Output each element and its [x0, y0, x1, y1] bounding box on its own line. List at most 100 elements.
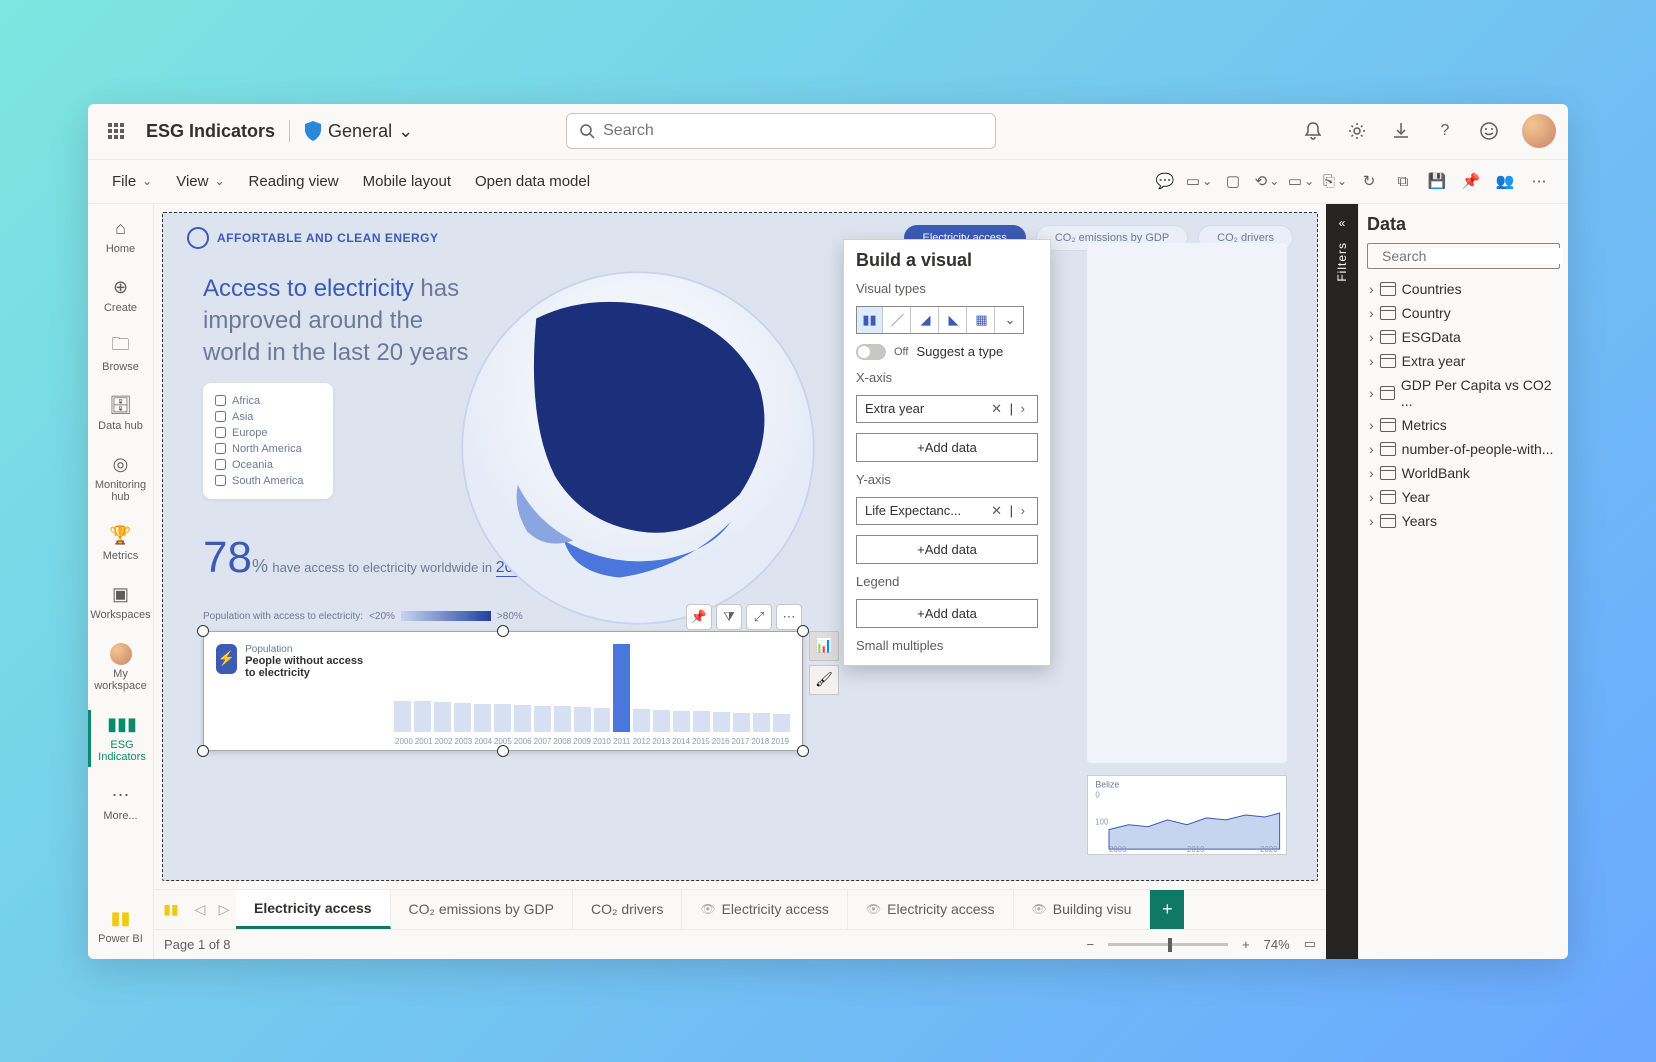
format-visual-tool-icon[interactable]: 🖌	[809, 665, 839, 695]
region-item[interactable]: North America	[215, 441, 321, 457]
expand-filters-icon[interactable]: «	[1339, 216, 1346, 230]
more-types-dropdown[interactable]: ⌄	[997, 307, 1023, 333]
data-search[interactable]	[1367, 243, 1560, 269]
add-page-button[interactable]: +	[1150, 890, 1184, 929]
download-icon[interactable]	[1390, 120, 1412, 142]
help-icon[interactable]: ?	[1434, 120, 1456, 142]
copy-icon[interactable]: ⧉	[1388, 166, 1418, 196]
zoom-slider[interactable]	[1108, 943, 1228, 946]
combo-chart-type-icon[interactable]: ◣	[941, 307, 967, 333]
data-table-item[interactable]: number-of-people-with...	[1367, 437, 1560, 461]
view-icon[interactable]: ▢	[1218, 166, 1248, 196]
area-chart-type-icon[interactable]: ◢	[913, 307, 939, 333]
nav-powerbi[interactable]: ▮▮Power BI	[88, 904, 153, 949]
page-tab[interactable]: CO₂ emissions by GDP	[391, 890, 573, 929]
nav-home[interactable]: ⌂Home	[88, 214, 153, 259]
bar[interactable]	[594, 708, 611, 732]
nav-browse[interactable]: 🗀Browse	[88, 332, 153, 377]
bar[interactable]	[554, 706, 571, 731]
suggest-type-toggle[interactable]: Off Suggest a type	[856, 344, 1038, 360]
line-chart-type-icon[interactable]: ／	[885, 307, 911, 333]
zoom-out-icon[interactable]: −	[1086, 937, 1094, 952]
present-icon[interactable]: ▭	[1286, 166, 1316, 196]
channel-dropdown[interactable]: General ⌄	[328, 121, 413, 142]
export-icon[interactable]: ⎘	[1320, 166, 1350, 196]
refresh-icon[interactable]: ↻	[1354, 166, 1384, 196]
page-tab[interactable]: CO₂ drivers	[573, 890, 682, 929]
bar[interactable]	[494, 704, 511, 731]
bar[interactable]	[673, 711, 690, 732]
report-canvas[interactable]: AFFORTABLE AND CLEAN ENERGY Electricity …	[154, 204, 1326, 889]
bar[interactable]	[693, 711, 710, 731]
yaxis-add-data-button[interactable]: +Add data	[856, 535, 1038, 564]
bookmark-icon[interactable]: ▭	[1184, 166, 1214, 196]
region-item[interactable]: Africa	[215, 393, 321, 409]
legend-add-data-button[interactable]: +Add data	[856, 599, 1038, 628]
pin-visual-icon[interactable]: 📌	[686, 604, 712, 630]
bar[interactable]	[574, 707, 591, 731]
bar[interactable]	[414, 701, 431, 731]
sensitivity-shield-icon[interactable]	[304, 121, 322, 141]
region-item[interactable]: Europe	[215, 425, 321, 441]
bar-chart-type-icon[interactable]: ▮▮	[857, 307, 883, 333]
nav-metrics[interactable]: 🏆Metrics	[88, 521, 153, 566]
data-table-item[interactable]: WorldBank	[1367, 461, 1560, 485]
region-item[interactable]: Asia	[215, 409, 321, 425]
yaxis-field-well[interactable]: Life Expectanc... ✕ | ›	[856, 497, 1038, 525]
comment-icon[interactable]: 💬	[1150, 166, 1180, 196]
bar[interactable]	[394, 701, 411, 732]
menu-open-data-model[interactable]: Open data model	[465, 167, 600, 196]
pin-icon[interactable]: 📌	[1456, 166, 1486, 196]
data-table-item[interactable]: GDP Per Capita vs CO2 ...	[1367, 373, 1560, 413]
filter-visual-icon[interactable]: ⧩	[716, 604, 742, 630]
data-table-item[interactable]: Countries	[1367, 277, 1560, 301]
data-table-item[interactable]: Country	[1367, 301, 1560, 325]
nav-more[interactable]: ⋯More...	[88, 781, 153, 826]
bar[interactable]	[474, 704, 491, 732]
globe-map[interactable]	[453, 263, 823, 633]
tab-prev-icon[interactable]: ◁	[188, 890, 212, 929]
feedback-smiley-icon[interactable]	[1478, 120, 1500, 142]
nav-workspaces[interactable]: ▣Workspaces	[88, 580, 153, 625]
search-input[interactable]	[603, 122, 983, 140]
selected-visual[interactable]: 📌 ⧩ ⤢ ⋯ ⚡ PopulationPeople without acces…	[203, 631, 803, 751]
xaxis-field-well[interactable]: Extra year ✕ | ›	[856, 395, 1038, 423]
menu-view[interactable]: View	[166, 167, 234, 196]
nav-create[interactable]: ⊕Create	[88, 273, 153, 318]
app-launcher-icon[interactable]	[100, 115, 132, 147]
bar[interactable]	[653, 710, 670, 732]
data-table-item[interactable]: Extra year	[1367, 349, 1560, 373]
filters-pane-collapsed[interactable]: « Filters	[1326, 204, 1358, 959]
data-table-item[interactable]: Metrics	[1367, 413, 1560, 437]
field-menu-icon[interactable]: ›	[1017, 401, 1029, 416]
region-item[interactable]: South America	[215, 473, 321, 489]
bar[interactable]	[613, 644, 630, 732]
data-search-input[interactable]	[1382, 248, 1563, 264]
page-tab[interactable]: 👁Building visu	[1014, 890, 1151, 929]
sync-icon[interactable]: ⟲	[1252, 166, 1282, 196]
field-menu-icon[interactable]: ›	[1017, 503, 1029, 518]
bar[interactable]	[753, 713, 770, 731]
save-icon[interactable]: 💾	[1422, 166, 1452, 196]
bar[interactable]	[633, 709, 650, 731]
region-item[interactable]: Oceania	[215, 457, 321, 473]
menu-mobile-layout[interactable]: Mobile layout	[353, 167, 461, 196]
global-search[interactable]	[566, 113, 996, 149]
more-icon[interactable]: ⋯	[1524, 166, 1554, 196]
bar[interactable]	[773, 714, 790, 731]
nav-monitoring-hub[interactable]: ◎Monitoring hub	[88, 450, 153, 507]
tab-next-icon[interactable]: ▷	[212, 890, 236, 929]
toggle-icon[interactable]	[856, 344, 886, 360]
page-tab[interactable]: Electricity access	[236, 890, 391, 929]
menu-reading-view[interactable]: Reading view	[239, 167, 349, 196]
teams-icon[interactable]: 👥	[1490, 166, 1520, 196]
menu-file[interactable]: File	[102, 167, 162, 196]
bar[interactable]	[733, 713, 750, 732]
focus-visual-icon[interactable]: ⤢	[746, 604, 772, 630]
bar[interactable]	[514, 705, 531, 732]
settings-gear-icon[interactable]	[1346, 120, 1368, 142]
bar-chart[interactable]	[394, 644, 790, 732]
page-tab[interactable]: 👁Electricity access	[848, 890, 1014, 929]
mini-area-chart[interactable]: Belize 100 0 2000 2010 2020	[1087, 775, 1287, 855]
table-type-icon[interactable]: ▦	[969, 307, 995, 333]
